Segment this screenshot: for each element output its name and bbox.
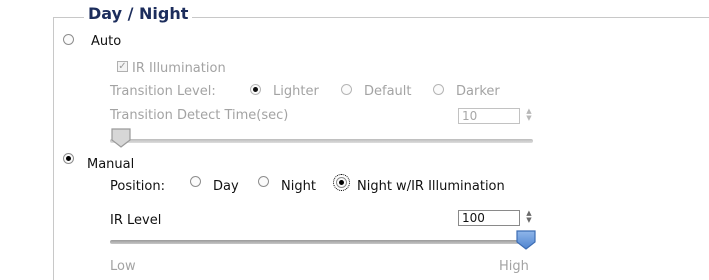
ir-level-low-label: Low: [110, 259, 136, 274]
level-darker-radio[interactable]: [433, 84, 444, 95]
position-night-radio[interactable]: [258, 176, 269, 187]
manual-radio[interactable]: [63, 153, 74, 164]
detect-time-slider-track[interactable]: [110, 139, 533, 143]
level-lighter-radio[interactable]: [250, 84, 261, 95]
ir-level-slider-thumb[interactable]: [515, 229, 537, 251]
ir-level-label: IR Level: [110, 213, 162, 228]
level-darker-label: Darker: [456, 84, 500, 99]
position-label: Position:: [110, 179, 165, 194]
ir-level-spinner-icon[interactable]: ▲ ▼: [524, 210, 534, 226]
ir-level-input[interactable]: 100: [458, 210, 520, 226]
manual-label: Manual: [87, 157, 135, 172]
level-default-label: Default: [364, 84, 412, 99]
auto-radio[interactable]: [63, 34, 74, 45]
ir-level-high-label: High: [499, 259, 529, 274]
level-lighter-label: Lighter: [273, 84, 319, 99]
position-day-label: Day: [213, 179, 239, 194]
ir-level-slider-track[interactable]: [110, 240, 533, 244]
detect-time-spinner-icon[interactable]: ▲ ▼: [524, 108, 534, 124]
ir-illumination-checkbox[interactable]: ✓: [117, 61, 128, 72]
position-day-radio[interactable]: [190, 176, 201, 187]
detect-time-label: Transition Detect Time(sec): [110, 108, 289, 123]
detect-time-slider-thumb[interactable]: [110, 127, 132, 149]
section-title: Day / Night: [84, 5, 193, 23]
transition-level-label: Transition Level:: [110, 84, 216, 99]
position-night-label: Night: [281, 179, 316, 194]
detect-time-input[interactable]: 10: [458, 108, 520, 124]
auto-label: Auto: [91, 34, 122, 49]
position-night-ir-label: Night w/IR Illumination: [357, 179, 505, 194]
position-night-ir-radio[interactable]: [333, 174, 350, 191]
level-default-radio[interactable]: [341, 84, 352, 95]
ir-illumination-label: IR Illumination: [132, 61, 226, 76]
